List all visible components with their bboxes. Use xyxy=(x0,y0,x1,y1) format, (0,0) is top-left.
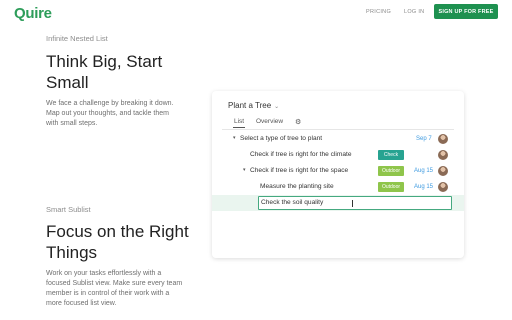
task-edit-input[interactable]: Check the soil quality xyxy=(258,196,452,210)
section2-eyebrow: Smart Sublist xyxy=(46,205,91,214)
text-caret xyxy=(352,200,353,207)
tab-overview[interactable]: Overview xyxy=(256,118,283,125)
task-row-editing[interactable]: Check the soil quality xyxy=(212,195,464,211)
tag-badge[interactable]: Check xyxy=(378,150,404,160)
avatar[interactable] xyxy=(438,166,448,176)
task-due-date[interactable]: Sep 7 xyxy=(416,136,432,142)
chevron-down-icon: ⌄ xyxy=(274,104,280,110)
tab-divider xyxy=(222,129,454,130)
gear-icon[interactable]: ⚙ xyxy=(295,118,301,126)
section1-eyebrow: Infinite Nested List xyxy=(46,34,108,43)
avatar[interactable] xyxy=(438,182,448,192)
nav-pricing-link[interactable]: PRICING xyxy=(366,9,391,15)
tag-badge[interactable]: Outdoor xyxy=(378,182,404,192)
task-text[interactable]: Select a type of tree to plant xyxy=(240,135,322,142)
nav-login-link[interactable]: LOG IN xyxy=(404,9,424,15)
app-preview-card: Plant a Tree ⌄ List Overview ⚙ ▾ Select a… xyxy=(212,91,464,258)
section1-title: Think Big, Start Small xyxy=(46,52,163,92)
quire-logo[interactable]: Quire xyxy=(14,5,52,22)
task-text[interactable]: Measure the planting site xyxy=(260,183,334,190)
tag-badge[interactable]: Outdoor xyxy=(378,166,404,176)
project-selector[interactable]: Plant a Tree ⌄ xyxy=(228,101,279,110)
expand-toggle-icon[interactable]: ▾ xyxy=(233,135,236,141)
task-text[interactable]: Check the soil quality xyxy=(261,199,323,206)
avatar[interactable] xyxy=(438,134,448,144)
task-row[interactable]: Check if tree is right for the climate C… xyxy=(212,148,464,164)
tab-list[interactable]: List xyxy=(232,118,246,128)
task-text[interactable]: Check if tree is right for the climate xyxy=(250,151,352,158)
task-row[interactable]: Measure the planting site Outdoor Aug 15 xyxy=(212,180,464,196)
task-text[interactable]: Check if tree is right for the space xyxy=(250,167,348,174)
task-row[interactable]: ▾ Check if tree is right for the space O… xyxy=(212,164,464,180)
task-due-date[interactable]: Aug 15 xyxy=(414,184,433,190)
task-due-date[interactable]: Aug 15 xyxy=(414,168,433,174)
section2-body: Work on your tasks effortlessly with a f… xyxy=(46,270,183,307)
project-title: Plant a Tree xyxy=(228,101,272,110)
section2-title: Focus on the Right Things xyxy=(46,222,189,262)
section1-body: We face a challenge by breaking it down.… xyxy=(46,100,174,127)
task-row[interactable]: ▾ Select a type of tree to plant Sep 7 xyxy=(212,132,464,148)
signup-button[interactable]: SIGN UP FOR FREE xyxy=(434,4,498,19)
avatar[interactable] xyxy=(438,150,448,160)
expand-toggle-icon[interactable]: ▾ xyxy=(243,167,246,173)
